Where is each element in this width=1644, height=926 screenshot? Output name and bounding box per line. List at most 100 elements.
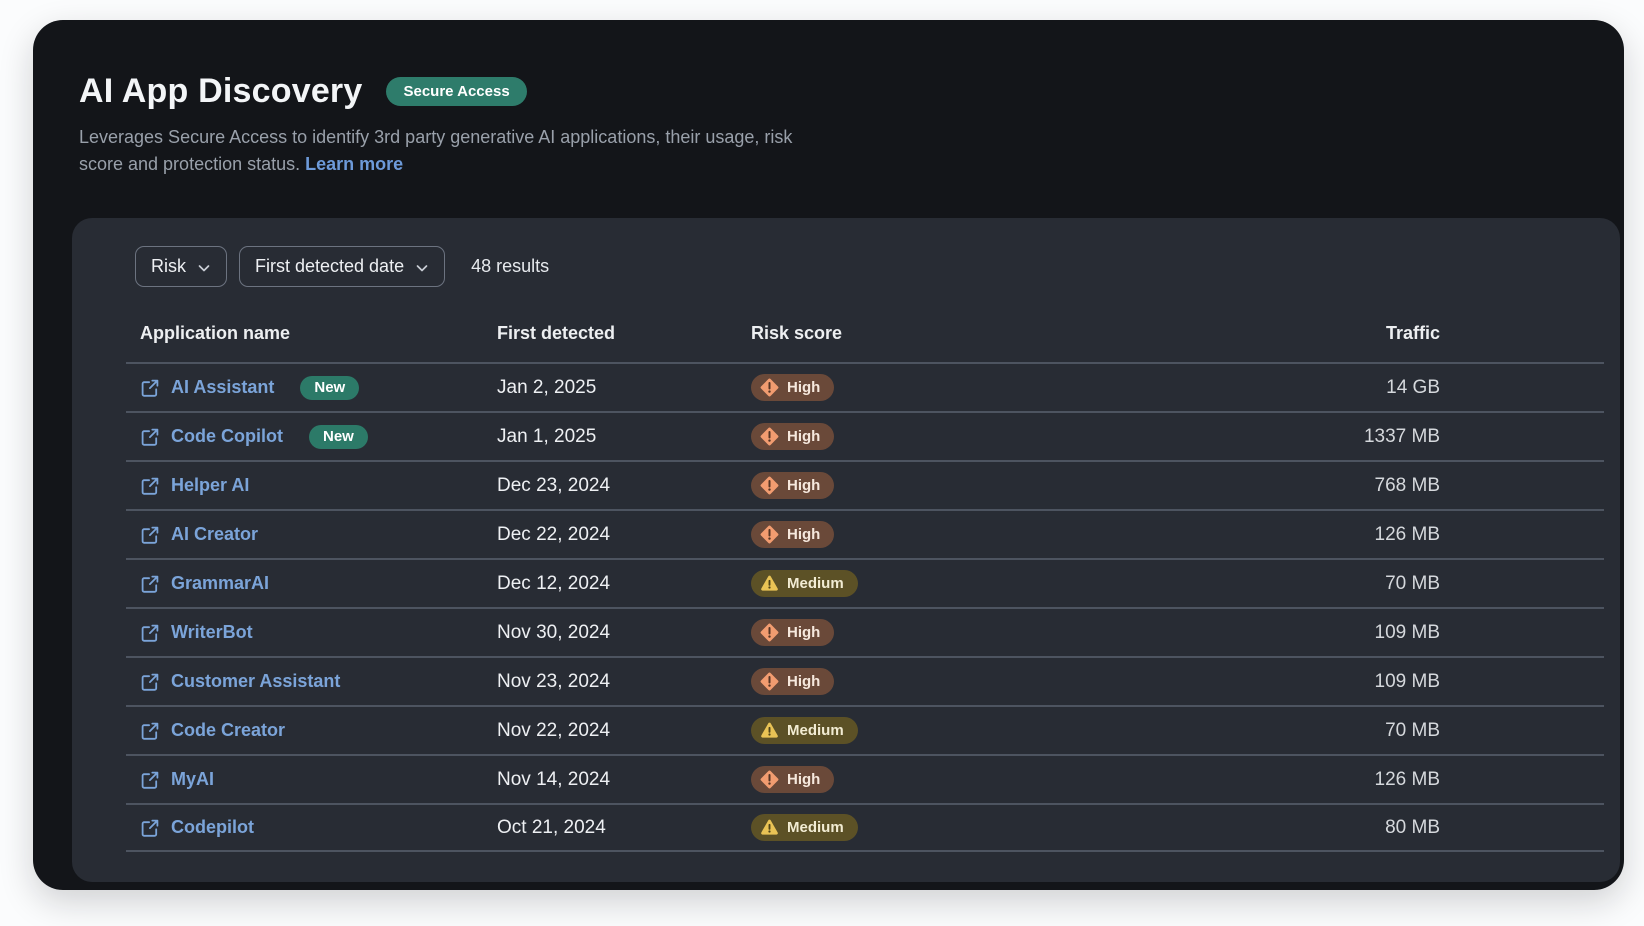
table-row: Code Copilot New Jan 1, 2025 High 1 [126, 411, 1604, 460]
risk-level-label: Medium [787, 818, 844, 837]
table-row: Helper AI Dec 23, 2024 High 768 MB [126, 460, 1604, 509]
discovery-panel: Risk First detected date 48 results Appl… [72, 218, 1620, 882]
risk-badge: Medium [751, 814, 858, 841]
column-header-application-name: Application name [126, 323, 497, 344]
table-row: Codepilot Oct 21, 2024 Medium 80 M [126, 803, 1604, 852]
traffic-cell: 70 MB [1385, 720, 1440, 741]
learn-more-link[interactable]: Learn more [305, 154, 403, 174]
column-header-risk-score: Risk score [751, 323, 1304, 344]
app-name-link-label: MyAI [171, 769, 214, 790]
risk-badge: High [751, 619, 834, 646]
external-link-icon [140, 623, 160, 643]
app-name-link[interactable]: MyAI [140, 769, 214, 790]
traffic-cell: 80 MB [1385, 817, 1440, 838]
risk-filter-dropdown[interactable]: Risk [135, 246, 227, 287]
warning-diamond-icon [760, 427, 779, 446]
app-name-link-label: Code Creator [171, 720, 285, 741]
risk-badge: Medium [751, 717, 858, 744]
external-link-icon [140, 427, 160, 447]
date-filter-label: First detected date [255, 256, 404, 277]
new-badge: New [300, 376, 359, 400]
external-link-icon [140, 818, 160, 838]
risk-badge: High [751, 668, 834, 695]
warning-triangle-icon [760, 818, 779, 837]
first-detected-cell: Nov 23, 2024 [497, 671, 610, 692]
table-row: AI Creator Dec 22, 2024 High 126 M [126, 509, 1604, 558]
app-name-link[interactable]: Code Copilot [140, 426, 283, 447]
warning-diamond-icon [760, 770, 779, 789]
warning-diamond-icon [760, 476, 779, 495]
table-row: Customer Assistant Nov 23, 2024 High [126, 656, 1604, 705]
traffic-cell: 109 MB [1375, 671, 1440, 692]
risk-level-label: Medium [787, 721, 844, 740]
risk-level-label: High [787, 378, 820, 397]
column-header-traffic: Traffic [1304, 323, 1604, 344]
app-name-link-label: Code Copilot [171, 426, 283, 447]
risk-level-label: High [787, 476, 820, 495]
traffic-cell: 14 GB [1386, 377, 1440, 398]
app-name-link-label: Helper AI [171, 475, 249, 496]
first-detected-cell: Nov 30, 2024 [497, 622, 610, 643]
risk-badge: High [751, 766, 834, 793]
risk-badge: High [751, 521, 834, 548]
filter-bar: Risk First detected date 48 results [135, 246, 1620, 287]
risk-level-label: High [787, 672, 820, 691]
traffic-cell: 1337 MB [1364, 426, 1440, 447]
app-name-link[interactable]: Codepilot [140, 817, 254, 838]
external-link-icon [140, 476, 160, 496]
app-name-link[interactable]: GrammarAI [140, 573, 269, 594]
app-name-link[interactable]: AI Creator [140, 524, 258, 545]
warning-diamond-icon [760, 672, 779, 691]
app-name-link[interactable]: AI Assistant [140, 377, 274, 398]
risk-filter-label: Risk [151, 256, 186, 277]
app-name-link-label: Customer Assistant [171, 671, 340, 692]
table-header: Application name First detected Risk sco… [126, 311, 1604, 362]
chevron-down-icon [415, 261, 429, 275]
risk-level-label: High [787, 770, 820, 789]
table-row: AI Assistant New Jan 2, 2025 High 1 [126, 362, 1604, 411]
results-count: 48 results [471, 256, 549, 277]
page-description: Leverages Secure Access to identify 3rd … [79, 124, 1578, 178]
app-name-link[interactable]: WriterBot [140, 622, 253, 643]
traffic-cell: 109 MB [1375, 622, 1440, 643]
app-name-link-label: WriterBot [171, 622, 253, 643]
column-header-first-detected: First detected [497, 323, 751, 344]
page-title: AI App Discovery [79, 72, 362, 110]
risk-level-label: High [787, 525, 820, 544]
app-name-link[interactable]: Code Creator [140, 720, 285, 741]
first-detected-cell: Jan 1, 2025 [497, 426, 596, 447]
risk-badge: High [751, 472, 834, 499]
risk-level-label: High [787, 623, 820, 642]
traffic-cell: 126 MB [1375, 769, 1440, 790]
app-name-link[interactable]: Helper AI [140, 475, 249, 496]
app-name-link-label: AI Creator [171, 524, 258, 545]
app-name-link[interactable]: Customer Assistant [140, 671, 340, 692]
warning-diamond-icon [760, 378, 779, 397]
first-detected-cell: Nov 22, 2024 [497, 720, 610, 741]
warning-triangle-icon [760, 721, 779, 740]
external-link-icon [140, 721, 160, 741]
traffic-cell: 70 MB [1385, 573, 1440, 594]
traffic-cell: 126 MB [1375, 524, 1440, 545]
warning-diamond-icon [760, 623, 779, 642]
first-detected-cell: Dec 12, 2024 [497, 573, 610, 594]
first-detected-date-filter-dropdown[interactable]: First detected date [239, 246, 445, 287]
warning-diamond-icon [760, 525, 779, 544]
first-detected-cell: Dec 23, 2024 [497, 475, 610, 496]
description-line-2: score and protection status. [79, 154, 300, 174]
first-detected-cell: Dec 22, 2024 [497, 524, 610, 545]
new-badge: New [309, 425, 368, 449]
first-detected-cell: Nov 14, 2024 [497, 769, 610, 790]
first-detected-cell: Oct 21, 2024 [497, 817, 606, 838]
risk-level-label: Medium [787, 574, 844, 593]
table-row: WriterBot Nov 30, 2024 High 109 MB [126, 607, 1604, 656]
traffic-cell: 768 MB [1375, 475, 1440, 496]
external-link-icon [140, 770, 160, 790]
app-table: Application name First detected Risk sco… [126, 311, 1604, 852]
table-row: MyAI Nov 14, 2024 High 126 MB [126, 754, 1604, 803]
external-link-icon [140, 672, 160, 692]
table-row: GrammarAI Dec 12, 2024 Medium 70 M [126, 558, 1604, 607]
risk-badge: Medium [751, 570, 858, 597]
secure-access-badge: Secure Access [386, 77, 526, 106]
app-name-link-label: Codepilot [171, 817, 254, 838]
